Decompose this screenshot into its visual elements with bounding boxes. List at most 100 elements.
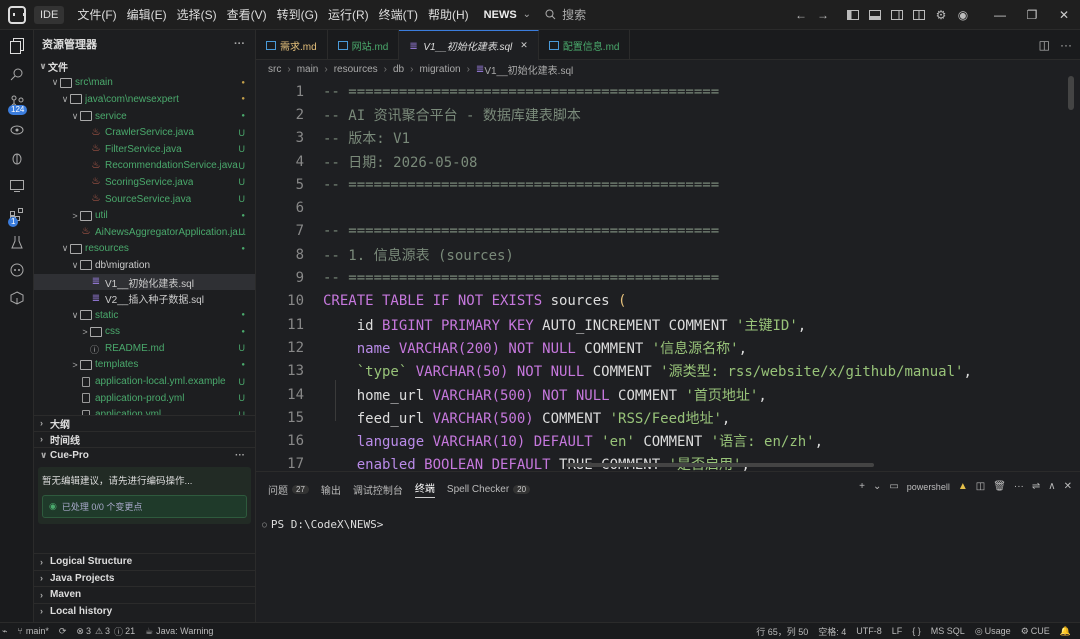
problems-indicator[interactable]: ⊗ 3 ⚠ 3 ⓘ 21 — [76, 625, 135, 638]
menu-item[interactable]: 帮助(H) — [423, 0, 474, 30]
timeline-section[interactable]: › 时间线 — [34, 430, 255, 447]
indentation[interactable]: 空格: 4 — [818, 625, 846, 638]
tree-folder[interactable]: ∨ java\com\newsexpert ● — [34, 91, 255, 108]
tree-file[interactable]: ♨ CrawlerService.java U — [34, 124, 255, 141]
breadcrumb-item[interactable]: V1__初始化建表.sql — [484, 62, 573, 77]
breadcrumb-item[interactable]: migration — [419, 64, 460, 75]
debug-icon[interactable] — [0, 144, 34, 172]
project-switcher[interactable]: NEWS — [484, 9, 517, 21]
files-root[interactable]: ∨ 文件 — [34, 58, 255, 75]
cursor-position[interactable]: 行 65，列 50 — [756, 625, 808, 638]
chevron-down-icon[interactable]: ⌄ — [873, 481, 881, 492]
source-control-icon[interactable]: 124 — [0, 88, 34, 116]
breadcrumb-item[interactable]: db — [393, 64, 404, 75]
forward-arrow-icon[interactable]: → — [812, 4, 834, 26]
eye-icon[interactable] — [0, 116, 34, 144]
more-actions-icon[interactable]: ··· — [1060, 38, 1072, 52]
cue-pro-section[interactable]: ∨ Cue-Pro ··· — [34, 446, 255, 463]
tree-file[interactable]: ♨ AiNewsAggregatorApplication.ja... U — [34, 224, 255, 241]
remote-explorer-icon[interactable] — [0, 172, 34, 200]
split-terminal-icon[interactable]: ◫ — [976, 481, 985, 492]
minimize-button[interactable]: — — [984, 0, 1016, 30]
more-actions-icon[interactable]: ··· — [234, 38, 245, 50]
testing-flask-icon[interactable] — [0, 228, 34, 256]
chevron-down-icon[interactable]: ⌄ — [523, 9, 531, 20]
remote-icon[interactable]: ⌁ — [2, 626, 7, 637]
tree-folder[interactable]: ∨ service ● — [34, 108, 255, 125]
close-panel-icon[interactable]: ✕ — [1064, 481, 1072, 492]
sidebar-section[interactable]: › Java Projects — [34, 569, 255, 587]
panel-tab[interactable]: Spell Checker 20 — [447, 484, 531, 495]
branch-indicator[interactable]: ⑂ main* — [17, 626, 48, 636]
new-terminal-icon[interactable]: + — [859, 481, 865, 492]
cue-indicator[interactable]: ⚙ CUE — [1021, 626, 1050, 637]
menu-item[interactable]: 终端(T) — [374, 0, 423, 30]
tree-folder[interactable]: ∨ db\migration — [34, 257, 255, 274]
code-editor[interactable]: 1 -- ====================================… — [256, 80, 1080, 471]
tree-file[interactable]: ≣ V1__初始化建表.sql — [34, 273, 255, 291]
tree-file[interactable]: ≣ V2__插入种子数据.sql — [34, 290, 255, 307]
explorer-icon[interactable] — [0, 32, 34, 60]
notifications-icon[interactable]: 🔔 — [1060, 626, 1071, 637]
tree-file[interactable]: application-local.yml.example U — [34, 373, 255, 390]
sidebar-section[interactable]: › Logical Structure — [34, 553, 255, 570]
breadcrumb-item[interactable]: main — [297, 64, 319, 75]
java-status[interactable]: ☕ Java: Warning — [145, 626, 213, 637]
package-icon[interactable] — [0, 284, 34, 312]
tree-file[interactable]: application-prod.yml U — [34, 390, 255, 407]
horizontal-scrollbar[interactable] — [566, 463, 874, 467]
tree-file[interactable]: ♨ SourceService.java U — [34, 191, 255, 208]
panel-layout-icon[interactable]: ⇌ — [1032, 481, 1040, 492]
editor-tab[interactable]: 需求.md — [256, 30, 328, 60]
usage-indicator[interactable]: ◎ Usage — [975, 626, 1011, 637]
menu-item[interactable]: 运行(R) — [323, 0, 374, 30]
tree-folder[interactable]: ∨ src\main ● — [34, 75, 255, 92]
back-arrow-icon[interactable]: ← — [790, 4, 812, 26]
shell-label[interactable]: powershell — [907, 482, 950, 492]
outline-section[interactable]: › 大纲 — [34, 414, 255, 431]
tree-file[interactable]: application.yml U — [34, 406, 255, 415]
editor-tab[interactable]: ≣ V1__初始化建表.sql ✕ — [399, 30, 539, 60]
more-actions-icon[interactable]: ··· — [1014, 481, 1024, 492]
gear-icon[interactable]: ⚙ — [930, 4, 952, 26]
breadcrumb-item[interactable]: src — [268, 64, 281, 75]
extensions-icon[interactable]: 1 — [0, 200, 34, 228]
toggle-secondary-sidebar-icon[interactable] — [886, 4, 908, 26]
toggle-panel-icon[interactable] — [864, 4, 886, 26]
tree-folder[interactable]: ∨ resources ● — [34, 241, 255, 258]
panel-tab[interactable]: 问题 27 — [268, 482, 309, 497]
split-editor-icon[interactable]: ◫ — [1039, 38, 1050, 52]
copilot-icon[interactable] — [0, 256, 34, 284]
tree-folder[interactable]: > util ● — [34, 207, 255, 224]
search-box[interactable]: 搜索 — [545, 6, 586, 23]
editor-tab[interactable]: 配置信息.md — [539, 30, 631, 60]
tree-folder[interactable]: > css ● — [34, 324, 255, 341]
close-button[interactable]: ✕ — [1048, 0, 1080, 30]
layout-icon[interactable] — [908, 4, 930, 26]
terminal-output[interactable]: ○ PS D:\CodeX\NEWS> — [262, 518, 383, 531]
sidebar-section[interactable]: › Local history — [34, 602, 255, 620]
panel-tab[interactable]: 调试控制台 — [353, 482, 403, 497]
encoding[interactable]: UTF-8 — [856, 626, 882, 636]
close-tab-icon[interactable]: ✕ — [520, 40, 528, 51]
vertical-scrollbar[interactable] — [1068, 76, 1074, 110]
trash-icon[interactable]: 🗑 — [993, 481, 1006, 492]
menu-item[interactable]: 编辑(E) — [122, 0, 172, 30]
language-braces[interactable]: { } — [912, 626, 921, 636]
account-icon[interactable]: ◉ — [952, 4, 974, 26]
line-ending[interactable]: LF — [892, 626, 903, 636]
tree-folder[interactable]: > templates ● — [34, 357, 255, 374]
menu-item[interactable]: 查看(V) — [222, 0, 272, 30]
maximize-button[interactable]: ❐ — [1016, 0, 1048, 30]
toggle-sidebar-icon[interactable] — [842, 4, 864, 26]
menu-item[interactable]: 选择(S) — [172, 0, 222, 30]
panel-tab[interactable]: 终端 — [414, 480, 435, 498]
menu-item[interactable]: 文件(F) — [72, 0, 121, 30]
tree-folder[interactable]: ∨ static ● — [34, 307, 255, 324]
language-mode[interactable]: MS SQL — [931, 626, 965, 636]
search-view-icon[interactable] — [0, 60, 34, 88]
sidebar-section[interactable]: › Maven — [34, 586, 255, 603]
maximize-panel-icon[interactable]: ∧ — [1048, 481, 1055, 492]
tree-file[interactable]: ♨ RecommendationService.java U — [34, 158, 255, 175]
sync-icon[interactable]: ⟳ — [59, 626, 67, 637]
